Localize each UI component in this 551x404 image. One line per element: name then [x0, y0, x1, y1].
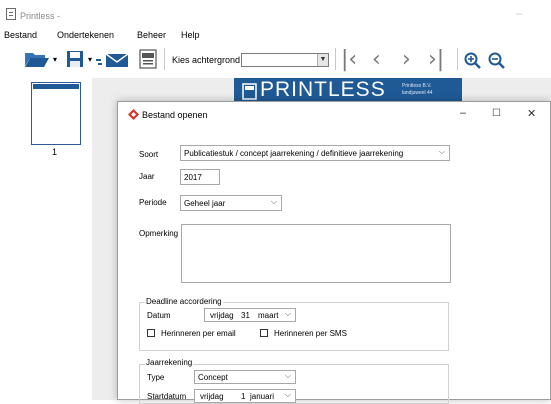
- first-page-icon[interactable]: |‹: [341, 47, 357, 72]
- datum-label: Datum: [147, 311, 171, 320]
- dialog-diamond-icon: [128, 109, 139, 120]
- opmerking-label: Opmerking: [139, 229, 179, 238]
- chevron-down-icon: ⌵: [270, 197, 277, 206]
- type-value: Concept: [198, 373, 228, 382]
- mail-icon[interactable]: [96, 52, 129, 68]
- soort-label: Soort: [139, 150, 159, 159]
- printless-banner: PRINTLESS Printless B.V. landjuweel 44: [234, 78, 462, 103]
- chevron-down-icon[interactable]: ▾: [88, 55, 92, 64]
- background-label: Kies achtergrond: [172, 55, 241, 65]
- datum-day: vrijdag: [210, 311, 234, 320]
- type-label: Type: [147, 373, 165, 382]
- menu-beheer[interactable]: Beheer: [137, 30, 166, 40]
- save-icon[interactable]: [66, 50, 84, 68]
- background-select[interactable]: ▼: [241, 53, 329, 67]
- datum-month: maart: [258, 311, 279, 320]
- chevron-down-icon[interactable]: ▾: [53, 55, 57, 64]
- dialog-close-button[interactable]: ✕: [527, 107, 536, 120]
- periode-value: Geheel jaar: [184, 199, 226, 208]
- chevron-down-icon[interactable]: ▼: [317, 54, 328, 66]
- sms-reminder-label: Herinneren per SMS: [274, 329, 347, 338]
- jaarrekening-group-title: Jaarrekening: [145, 358, 194, 367]
- printless-logo-icon: [242, 83, 257, 100]
- dialog-minimize-button[interactable]: –: [460, 107, 466, 119]
- thumbnail-header: [33, 84, 79, 89]
- page-thumbnail-number: 1: [52, 147, 58, 157]
- banner-address: Printless B.V. landjuweel 44: [402, 83, 433, 97]
- banner-address-line2: landjuweel 44: [402, 90, 433, 96]
- datum-number: 31: [241, 311, 250, 320]
- startdatum-picker[interactable]: vrijdag 1 januari ⌵: [194, 389, 296, 403]
- previous-page-icon[interactable]: ‹: [372, 47, 381, 72]
- chevron-down-icon: ⌵: [284, 371, 291, 380]
- menu-bar: Bestand Ondertekenen Beheer Help: [0, 30, 551, 44]
- toolbar-separator: [457, 48, 458, 70]
- dialog-maximize-button[interactable]: ☐: [492, 108, 501, 119]
- jaar-label: Jaar: [139, 172, 155, 181]
- app-icon: [6, 8, 16, 20]
- deadline-group-title: Deadline accordering: [145, 297, 223, 306]
- app-title: Printless -: [20, 11, 61, 21]
- type-select[interactable]: Concept ⌵: [194, 370, 296, 384]
- chevron-down-icon: ⌵: [284, 390, 291, 399]
- sms-reminder-checkbox[interactable]: [260, 329, 268, 337]
- periode-select[interactable]: Geheel jaar ⌵: [180, 195, 282, 211]
- periode-label: Periode: [139, 198, 167, 207]
- email-reminder-label: Herinneren per email: [161, 329, 236, 338]
- jaar-input[interactable]: 2017: [180, 169, 220, 185]
- chevron-down-icon: ⌵: [284, 309, 291, 318]
- dialog-title: Bestand openen: [142, 110, 208, 120]
- jaar-value: 2017: [184, 173, 202, 182]
- zoom-in-icon[interactable]: [464, 52, 482, 70]
- chevron-down-icon: ⌵: [438, 147, 445, 156]
- background-document-icon[interactable]: [139, 49, 157, 69]
- page-thumbnail[interactable]: [31, 82, 81, 145]
- soort-value: Publicatiestuk / concept jaarrekening / …: [184, 149, 404, 158]
- open-folder-icon[interactable]: [24, 50, 50, 68]
- zoom-out-icon[interactable]: [488, 52, 506, 70]
- title-bar: [0, 0, 551, 30]
- toolbar-separator: [164, 48, 165, 70]
- soort-select[interactable]: Publicatiestuk / concept jaarrekening / …: [180, 145, 450, 161]
- menu-ondertekenen[interactable]: Ondertekenen: [57, 30, 114, 40]
- menu-help[interactable]: Help: [181, 30, 200, 40]
- opmerking-textarea[interactable]: [181, 224, 451, 283]
- toolbar-separator: [335, 48, 336, 70]
- banner-address-line1: Printless B.V.: [402, 83, 432, 89]
- last-page-icon[interactable]: ›|: [428, 47, 444, 72]
- banner-logo-text: PRINTLESS: [260, 78, 386, 101]
- menu-bestand[interactable]: Bestand: [4, 30, 37, 40]
- open-file-dialog: Bestand openen – ☐ ✕ Soort Publicatiestu…: [117, 101, 551, 404]
- email-reminder-checkbox[interactable]: [147, 329, 155, 337]
- next-page-icon[interactable]: ›: [402, 47, 411, 72]
- minimize-button[interactable]: –: [512, 6, 526, 20]
- datum-picker[interactable]: vrijdag 31 maart ⌵: [204, 308, 296, 322]
